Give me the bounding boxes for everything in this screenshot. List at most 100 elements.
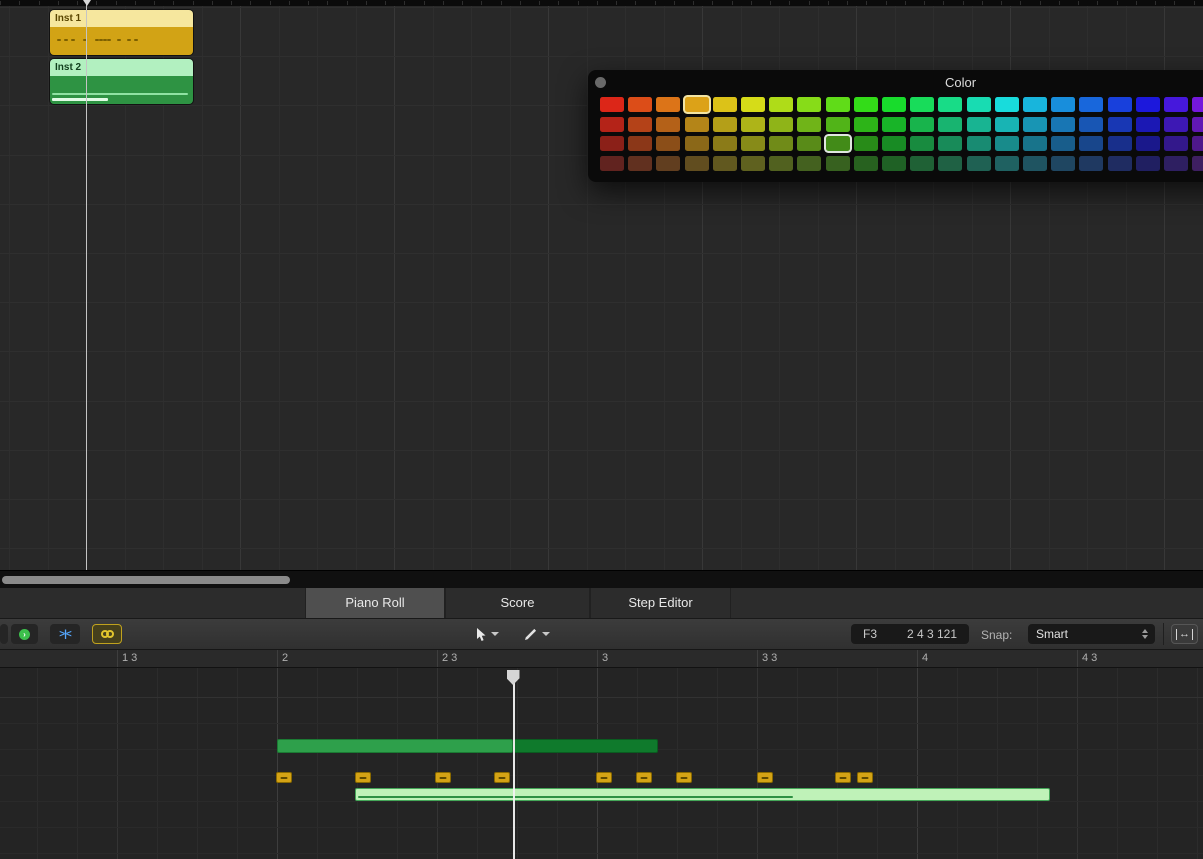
- color-swatch[interactable]: [1107, 136, 1132, 151]
- auto-zoom-button[interactable]: ↔: [1171, 624, 1198, 644]
- midi-note[interactable]: [513, 739, 658, 753]
- color-swatch[interactable]: [853, 116, 878, 132]
- color-swatch[interactable]: [882, 97, 906, 112]
- midi-note[interactable]: [857, 772, 873, 783]
- color-swatch[interactable]: [797, 116, 822, 132]
- color-swatch[interactable]: [938, 155, 963, 171]
- color-swatch[interactable]: [938, 97, 963, 112]
- color-swatch[interactable]: [741, 97, 765, 112]
- color-swatch[interactable]: [797, 97, 822, 112]
- track-region[interactable]: Inst 2: [50, 59, 193, 104]
- color-swatch[interactable]: [825, 116, 850, 132]
- color-swatch[interactable]: [1107, 116, 1132, 132]
- color-swatch[interactable]: [600, 116, 624, 132]
- color-swatch[interactable]: [966, 155, 991, 171]
- color-swatch[interactable]: [1023, 97, 1047, 112]
- color-swatch[interactable]: [656, 155, 681, 171]
- pencil-tool-button[interactable]: [524, 624, 550, 644]
- color-swatch[interactable]: [910, 155, 935, 171]
- color-swatch[interactable]: [741, 116, 765, 132]
- pointer-tool-button[interactable]: [474, 624, 499, 644]
- color-swatch[interactable]: [712, 155, 737, 171]
- color-swatch[interactable]: [910, 116, 935, 132]
- color-swatch[interactable]: [712, 97, 737, 112]
- color-swatch[interactable]: [1079, 116, 1104, 132]
- color-swatch[interactable]: [1135, 136, 1160, 151]
- position-display[interactable]: F3 2 4 3 121: [851, 624, 969, 644]
- color-swatch[interactable]: [1051, 116, 1076, 132]
- horizontal-scrollbar-thumb[interactable]: [2, 576, 290, 584]
- midi-note[interactable]: [276, 772, 292, 783]
- color-swatch[interactable]: [1107, 155, 1132, 171]
- color-swatch[interactable]: [994, 136, 1019, 151]
- color-swatch[interactable]: [797, 136, 822, 151]
- color-swatch[interactable]: [797, 155, 822, 171]
- arrange-ruler-strip[interactable]: [0, 0, 1203, 6]
- color-swatch[interactable]: [1051, 136, 1076, 151]
- color-swatch[interactable]: [769, 97, 794, 112]
- color-swatch[interactable]: [853, 97, 878, 112]
- color-swatch[interactable]: [825, 136, 850, 151]
- color-swatch[interactable]: [684, 97, 709, 112]
- color-swatch[interactable]: [712, 116, 737, 132]
- color-swatch[interactable]: [769, 136, 794, 151]
- color-swatch[interactable]: [1164, 97, 1188, 112]
- color-swatch[interactable]: [628, 116, 653, 132]
- color-swatch[interactable]: [825, 97, 850, 112]
- color-swatch[interactable]: [994, 116, 1019, 132]
- color-swatch[interactable]: [656, 116, 681, 132]
- color-swatch[interactable]: [938, 116, 963, 132]
- color-swatch[interactable]: [1023, 136, 1047, 151]
- midi-note[interactable]: [676, 772, 692, 783]
- color-swatch[interactable]: [656, 97, 681, 112]
- color-swatch[interactable]: [1192, 97, 1203, 112]
- color-swatch[interactable]: [1107, 97, 1132, 112]
- piano-roll-ruler[interactable]: 1 3 2 2 3 3 3 3 4 4 3: [0, 650, 1203, 668]
- midi-note[interactable]: [835, 772, 851, 783]
- color-swatch[interactable]: [741, 155, 765, 171]
- color-swatch[interactable]: [741, 136, 765, 151]
- color-swatch[interactable]: [1023, 155, 1047, 171]
- color-swatch[interactable]: [1192, 155, 1203, 171]
- color-swatch[interactable]: [1079, 155, 1104, 171]
- color-swatch[interactable]: [1192, 116, 1203, 132]
- midi-note[interactable]: [277, 739, 513, 753]
- color-swatch[interactable]: [966, 116, 991, 132]
- color-swatch[interactable]: [1135, 155, 1160, 171]
- color-swatch[interactable]: [825, 155, 850, 171]
- playhead-line[interactable]: [513, 683, 515, 859]
- catch-playhead-button[interactable]: >|<: [50, 624, 80, 644]
- color-swatch[interactable]: [910, 97, 935, 112]
- color-swatch[interactable]: [628, 136, 653, 151]
- color-swatch[interactable]: [1192, 136, 1203, 151]
- color-swatch[interactable]: [1051, 155, 1076, 171]
- color-swatch[interactable]: [853, 155, 878, 171]
- tab-piano-roll[interactable]: Piano Roll: [305, 588, 445, 618]
- color-swatch[interactable]: [1135, 97, 1160, 112]
- snap-select[interactable]: Smart: [1028, 624, 1155, 644]
- color-swatch[interactable]: [600, 97, 624, 112]
- midi-note[interactable]: [636, 772, 652, 783]
- piano-roll-editor[interactable]: [0, 668, 1203, 859]
- color-swatch[interactable]: [712, 136, 737, 151]
- color-swatch[interactable]: [684, 116, 709, 132]
- color-swatch[interactable]: [1023, 116, 1047, 132]
- color-swatch[interactable]: [1164, 116, 1188, 132]
- midi-note[interactable]: [596, 772, 612, 783]
- color-swatch[interactable]: [684, 155, 709, 171]
- color-swatch[interactable]: [853, 136, 878, 151]
- color-swatch[interactable]: [994, 97, 1019, 112]
- color-swatch[interactable]: [910, 136, 935, 151]
- color-swatch[interactable]: [1079, 97, 1104, 112]
- color-swatch[interactable]: [966, 97, 991, 112]
- tab-step-editor[interactable]: Step Editor: [590, 588, 731, 618]
- track-region[interactable]: Inst 1: [50, 10, 193, 55]
- color-swatch[interactable]: [882, 155, 906, 171]
- midi-in-button[interactable]: ›: [11, 624, 38, 644]
- midi-note[interactable]: [494, 772, 510, 783]
- clipped-button[interactable]: [0, 624, 8, 644]
- color-swatch[interactable]: [1135, 116, 1160, 132]
- link-button[interactable]: [92, 624, 122, 644]
- color-swatch[interactable]: [656, 136, 681, 151]
- midi-note[interactable]: [435, 772, 451, 783]
